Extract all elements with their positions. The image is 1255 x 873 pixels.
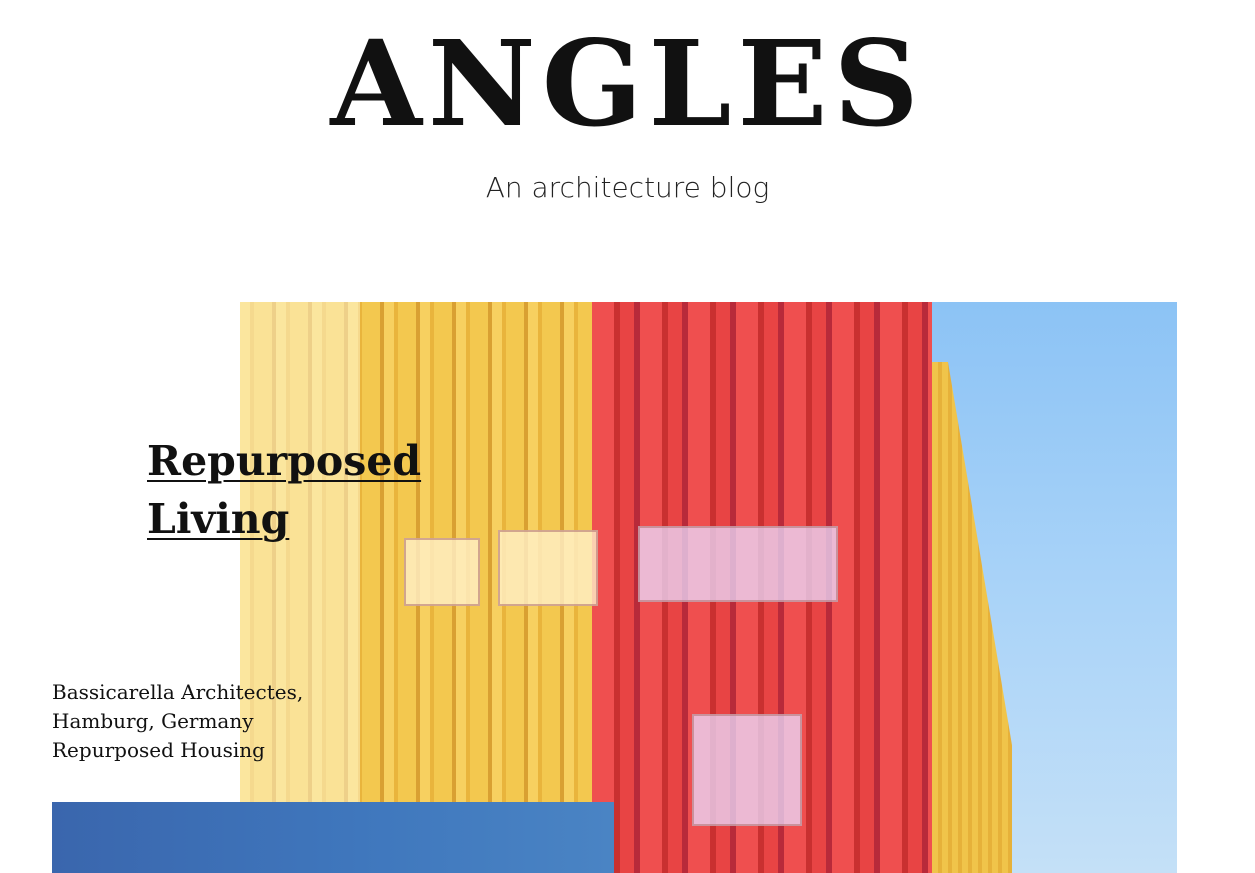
- secondary-post-image[interactable]: [52, 802, 614, 873]
- post-title: Repurposed Living: [147, 432, 421, 548]
- building-window: [692, 714, 802, 826]
- post-meta: Bassicarella Architectes, Hamburg, Germa…: [52, 678, 342, 765]
- post-title-line1: Repurposed: [147, 437, 422, 485]
- building-window: [498, 530, 598, 606]
- post-title-link[interactable]: Repurposed Living: [147, 437, 421, 543]
- featured-post-image[interactable]: [240, 302, 1177, 873]
- building-facade-side: [932, 362, 1012, 873]
- building-window: [638, 526, 838, 602]
- post-meta-location: Hamburg, Germany: [52, 709, 254, 733]
- site-tagline: An architecture blog: [485, 171, 770, 204]
- post-meta-architect: Bassicarella Architectes,: [52, 680, 304, 704]
- post-meta-category: Repurposed Housing: [52, 738, 265, 762]
- site-logo[interactable]: ANGLES: [0, 14, 1255, 154]
- post-title-line2: Living: [147, 495, 290, 543]
- building-window: [404, 538, 480, 606]
- site-header: ANGLES An architecture blog: [0, 0, 1255, 240]
